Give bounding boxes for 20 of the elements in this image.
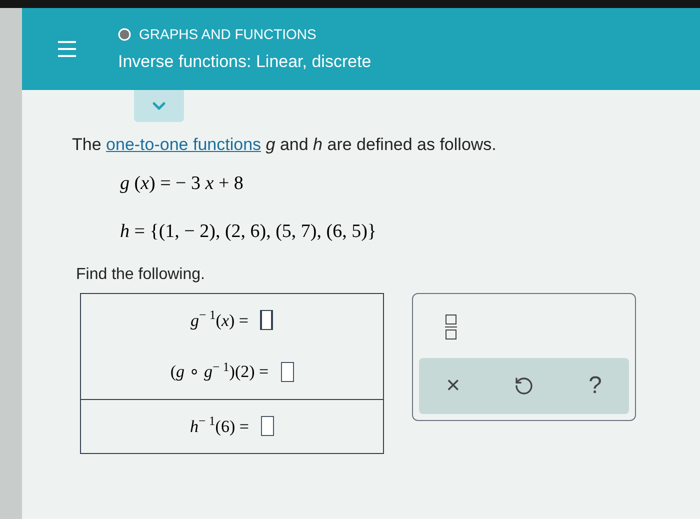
topic-label: GRAPHS AND FUNCTIONS [139, 24, 316, 44]
answer-box[interactable] [260, 310, 274, 330]
status-dot-icon [118, 28, 131, 41]
clear-button[interactable]: × [446, 368, 460, 404]
answer-box[interactable] [280, 362, 294, 382]
lesson-title: Inverse functions: Linear, discrete [118, 50, 372, 73]
definition-link[interactable]: one-to-one functions [106, 135, 262, 154]
intro-sentence: The one-to-one functions g and h are defined as follows. [72, 134, 498, 156]
answer-box[interactable] [260, 416, 274, 436]
fraction-icon [445, 314, 457, 340]
equation: g (x) = − 3 x + 8 [120, 172, 244, 196]
equation: h = {(1, − 2), (2, 6), (5, 7), (6, 5)} [120, 220, 378, 244]
prompt-text: Find the following. [76, 264, 206, 284]
expression: g$^{− 1}$(x) = [190, 308, 248, 332]
menu-icon[interactable] [58, 40, 76, 58]
expression: h$^{− 1}$(6) = [190, 414, 249, 438]
undo-button[interactable] [514, 376, 534, 396]
undo-icon [514, 376, 534, 396]
help-button[interactable]: ? [588, 368, 602, 404]
expression: (g ∘ g$^{− 1}$)(2) = [170, 359, 269, 383]
